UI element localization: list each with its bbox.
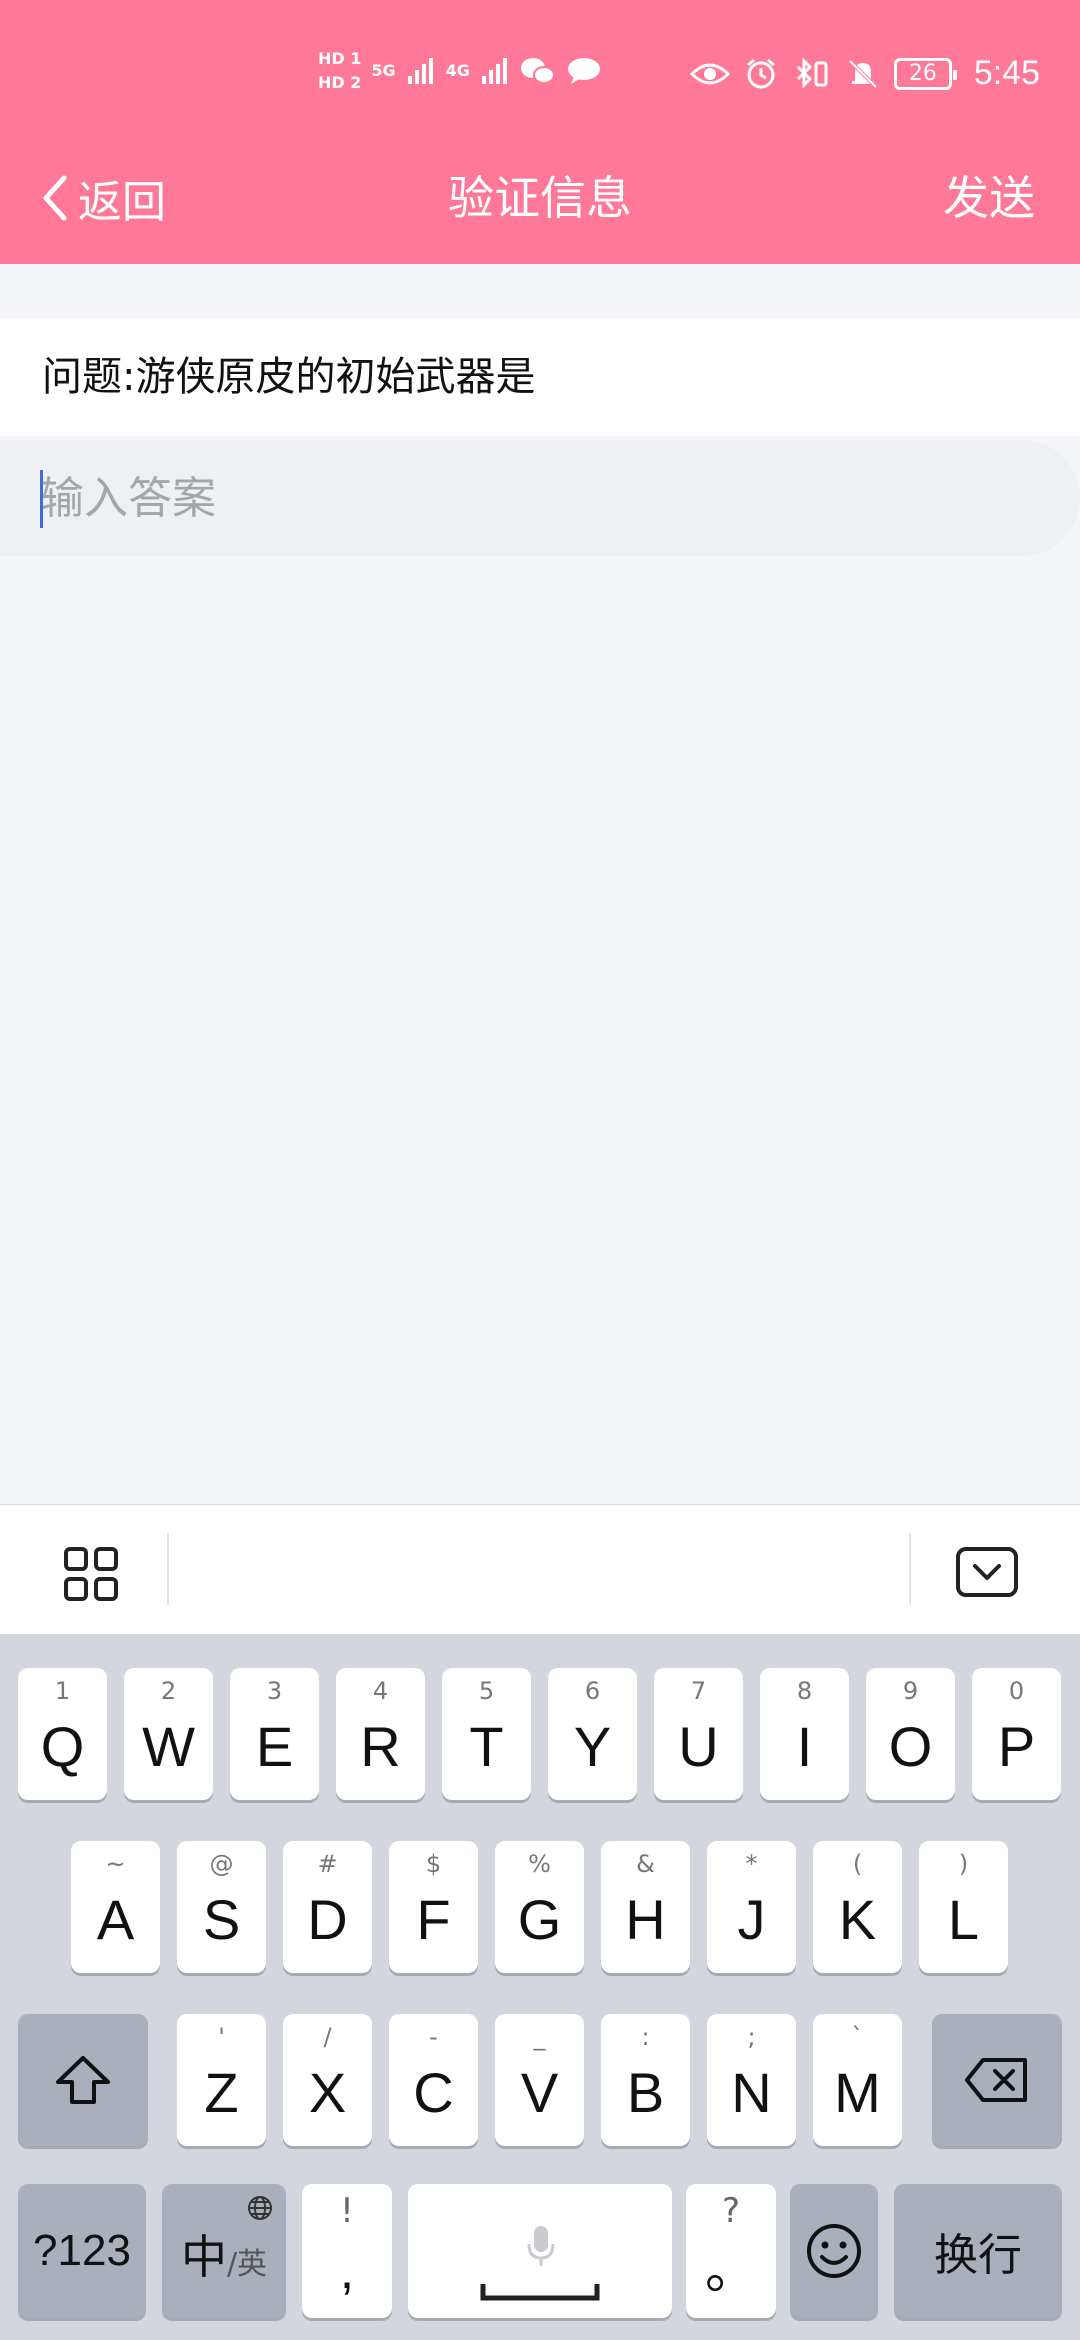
keyboard: 1Q 2W 3E 4R 5T 6Y 7U 8I 9O 0P ~ A @ S # D $…	[0, 1634, 1080, 2340]
key-d[interactable]: # D	[283, 1841, 372, 1973]
key-t[interactable]: 5T	[442, 1668, 531, 1800]
status-bar: HD 1 HD 2 5G 4G 26 5:45	[0, 0, 1080, 150]
question-row: 问题:游侠原皮的初始武器是	[0, 318, 1080, 436]
language-switch-key[interactable]: 中/英	[162, 2184, 286, 2318]
wechat-icon	[520, 58, 555, 84]
send-button[interactable]: 发送	[943, 160, 1035, 236]
microphone-icon	[527, 2226, 555, 2266]
key-w[interactable]: 2W	[124, 1668, 213, 1800]
key-g[interactable]: % G	[495, 1841, 584, 1973]
backspace-icon	[932, 2014, 1062, 2146]
signal2-icon	[481, 58, 507, 84]
key-k[interactable]: (K	[813, 1841, 902, 1973]
bluetooth-vibrate-icon	[796, 56, 828, 89]
toolbar-divider	[909, 1533, 911, 1605]
space-bar-icon	[480, 2284, 600, 2301]
key-e[interactable]: 3E	[230, 1668, 319, 1800]
question-text: 问题:游侠原皮的初始武器是	[42, 354, 536, 400]
emoji-icon	[790, 2184, 878, 2318]
emoji-key[interactable]	[790, 2184, 878, 2318]
status-right-icons: 26 5:45	[689, 54, 1040, 93]
key-r[interactable]: 4R	[336, 1668, 425, 1800]
shift-key[interactable]	[18, 2014, 148, 2146]
key-l[interactable]: ) L	[919, 1841, 1008, 1973]
key-x[interactable]: / X	[283, 2014, 372, 2146]
key-p[interactable]: 0P	[972, 1668, 1061, 1800]
apps-grid-icon[interactable]	[64, 1547, 118, 1601]
key-z[interactable]: ' Z	[177, 2014, 266, 2146]
key-m[interactable]: ` M	[813, 2014, 902, 2146]
keyboard-toolbar	[0, 1504, 1080, 1634]
backspace-key[interactable]	[932, 2014, 1062, 2146]
clock: 5:45	[973, 54, 1040, 92]
key-n[interactable]: ; N	[707, 2014, 796, 2146]
period-key[interactable]: ? 。	[686, 2184, 776, 2318]
key-s[interactable]: @ S	[177, 1841, 266, 1973]
signal1-icon	[407, 58, 433, 84]
back-button[interactable]: 返回	[40, 160, 166, 236]
key-h[interactable]: & H	[601, 1841, 690, 1973]
lang-main-label: 中	[180, 2230, 227, 2284]
key-i[interactable]: 8I	[760, 1668, 849, 1800]
key-j[interactable]: * J	[707, 1841, 796, 1973]
network2-label: 4G	[445, 61, 470, 80]
comma-key[interactable]: ! ,	[302, 2184, 392, 2318]
hide-keyboard-icon[interactable]	[956, 1547, 1018, 1597]
key-o[interactable]: 9O	[866, 1668, 955, 1800]
back-label: 返回	[78, 177, 166, 228]
space-key[interactable]	[408, 2184, 672, 2318]
key-f[interactable]: $ F	[389, 1841, 478, 1973]
key-u[interactable]: 7U	[654, 1668, 743, 1800]
mute-bell-icon	[848, 59, 878, 88]
toolbar-divider	[167, 1533, 169, 1605]
key-b[interactable]: :B	[601, 2014, 690, 2146]
enter-key[interactable]: 换行	[894, 2184, 1062, 2318]
sim-indicator: HD 1 HD 2	[318, 50, 361, 92]
network1-label: 5G	[371, 61, 396, 80]
key-v[interactable]: _ V	[495, 2014, 584, 2146]
lang-sub-label: /英	[226, 2247, 268, 2282]
sim1-label: HD 1	[318, 49, 362, 68]
key-q[interactable]: 1Q	[18, 1668, 107, 1800]
eye-icon	[689, 63, 730, 84]
nav-bar: 返回 验证信息 发送	[0, 160, 1080, 236]
text-caret	[40, 470, 43, 528]
sim2-label: HD 2	[318, 73, 362, 92]
key-y[interactable]: 6Y	[548, 1668, 637, 1800]
message-icon	[567, 58, 600, 84]
shift-icon	[18, 2014, 148, 2146]
chevron-left-icon	[43, 175, 67, 221]
alarm-icon	[746, 58, 775, 88]
key-a[interactable]: ~ A	[71, 1841, 160, 1973]
battery-icon: 26	[893, 57, 957, 90]
app-header: HD 1 HD 2 5G 4G 26 5:45 返回 验证信息 发送	[0, 0, 1080, 264]
numbers-key[interactable]: ?123	[18, 2184, 146, 2318]
answer-input[interactable]	[40, 468, 1020, 528]
status-left-icons: HD 1 HD 2 5G 4G	[318, 50, 602, 92]
key-c[interactable]: -C	[389, 2014, 478, 2146]
answer-field[interactable]	[0, 440, 1080, 556]
